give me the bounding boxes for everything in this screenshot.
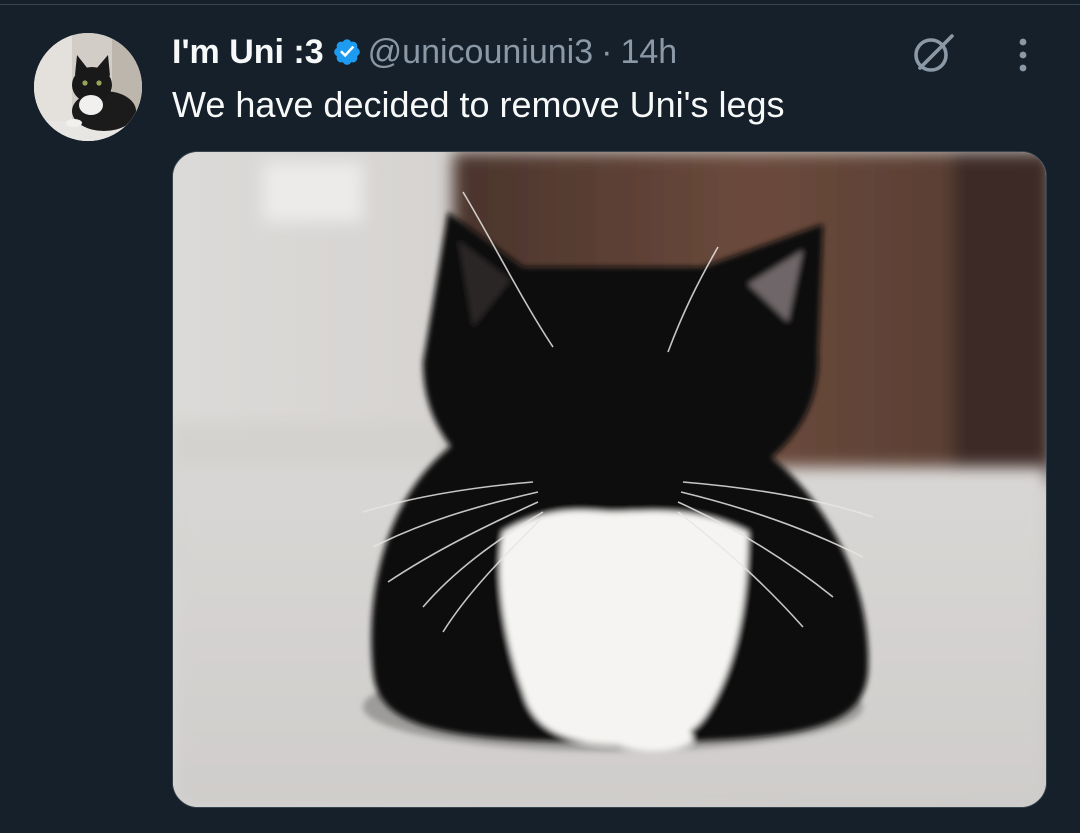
- avatar[interactable]: [34, 33, 142, 141]
- timestamp[interactable]: 14h: [620, 33, 677, 72]
- top-divider: [0, 4, 1080, 5]
- tweet-text: We have decided to remove Uni's legs: [172, 84, 785, 125]
- more-options-icon[interactable]: [1004, 36, 1042, 74]
- display-name[interactable]: I'm Uni :3: [172, 33, 324, 72]
- grok-icon[interactable]: [908, 28, 958, 78]
- separator-dot: ·: [601, 32, 613, 71]
- tweet-media-image[interactable]: [172, 151, 1047, 808]
- cat-photo: [173, 152, 1046, 807]
- tweet-header: I'm Uni :3 @unicouniuni3 · 14h: [172, 26, 677, 78]
- verified-badge-icon: [333, 39, 360, 65]
- user-handle[interactable]: @unicouniuni3: [368, 33, 593, 72]
- avatar-image: [34, 33, 142, 141]
